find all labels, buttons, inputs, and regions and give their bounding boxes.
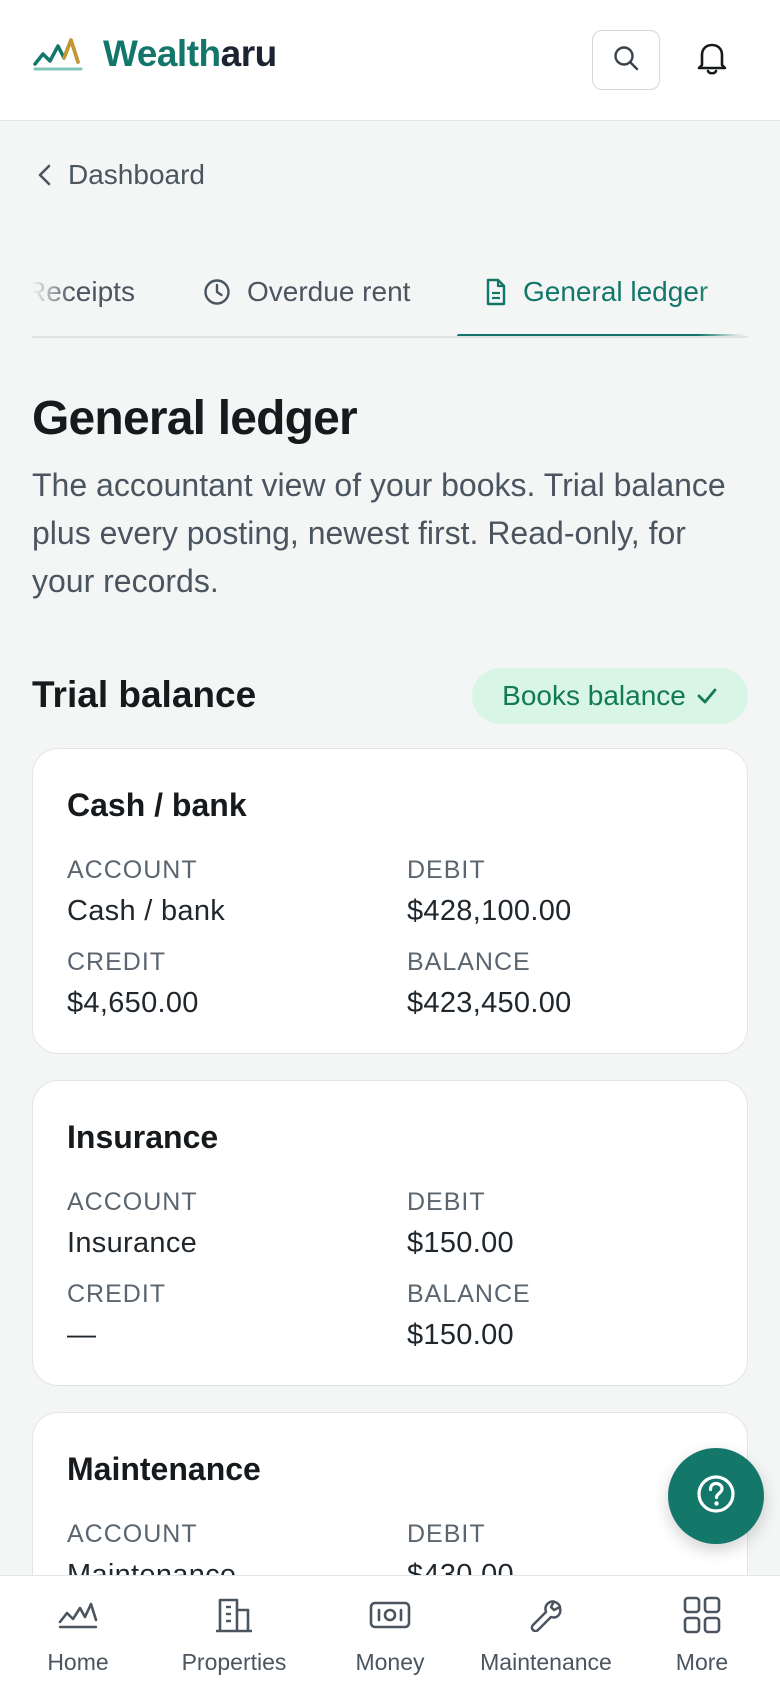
account-label: ACCOUNT	[67, 856, 198, 884]
nav-label-home: Home	[47, 1649, 109, 1675]
grid-icon	[683, 1594, 721, 1636]
tab-general-ledger[interactable]: General ledger	[485, 262, 708, 322]
tab-overdue-rent[interactable]: Overdue rent	[203, 262, 410, 322]
debit-field: DEBIT $150.00	[407, 1187, 514, 1261]
logo-mark-icon	[33, 34, 85, 74]
balance-field: BALANCE $150.00	[407, 1279, 531, 1353]
page-title: General ledger	[32, 392, 358, 445]
app-header: Wealtharu	[0, 0, 780, 121]
search-icon	[612, 44, 640, 77]
credit-label: CREDIT	[67, 1280, 167, 1308]
account-card-title: Insurance	[67, 1119, 219, 1155]
debit-label: DEBIT	[407, 1188, 486, 1216]
ledger-tabs: Receipts Overdue rent General ledger	[32, 262, 748, 338]
trial-balance-title: Trial balance	[32, 674, 257, 715]
search-button[interactable]	[592, 30, 660, 90]
building-icon	[216, 1594, 252, 1636]
back-link-label: Dashboard	[68, 159, 205, 190]
brand-name: Wealtharu	[103, 30, 277, 78]
help-circle-icon	[695, 1473, 737, 1520]
home-chart-icon	[58, 1594, 98, 1636]
clock-icon	[203, 278, 231, 306]
account-field: ACCOUNT Cash / bank	[67, 855, 225, 929]
balance-label: BALANCE	[407, 948, 531, 976]
credit-field: CREDIT —	[67, 1279, 166, 1353]
credit-field: CREDIT $4,650.00	[67, 947, 199, 1021]
nav-label-money: Money	[355, 1649, 425, 1675]
bell-icon	[695, 40, 729, 81]
credit-value: $4,650.00	[67, 987, 199, 1019]
tabs-fade-right	[698, 262, 748, 336]
debit-value: $150.00	[407, 1227, 514, 1259]
nav-item-properties[interactable]: Properties	[156, 1594, 312, 1676]
nav-item-home[interactable]: Home	[0, 1594, 156, 1676]
banknote-icon	[369, 1594, 411, 1636]
debit-field: DEBIT $428,100.00	[407, 855, 572, 929]
back-to-dashboard-link[interactable]: Dashboard	[36, 155, 205, 195]
nav-label-maintenance: Maintenance	[480, 1649, 612, 1675]
account-value: Cash / bank	[67, 895, 226, 927]
bottom-navigation: Home Properties Money Maintenance More	[0, 1575, 780, 1688]
account-card-insurance[interactable]: Insurance ACCOUNT Insurance DEBIT $150.0…	[32, 1080, 748, 1386]
account-card-cash-bank[interactable]: Cash / bank ACCOUNT Cash / bank DEBIT $4…	[32, 748, 748, 1054]
nav-label-more: More	[675, 1649, 729, 1675]
brand-name-part1: Wealth	[103, 33, 221, 74]
tabs-fade-left	[32, 262, 72, 336]
wrench-icon	[529, 1594, 563, 1636]
notifications-button[interactable]	[686, 30, 738, 90]
brand-name-part2: aru	[220, 33, 278, 74]
balance-label: BALANCE	[407, 1280, 531, 1308]
tab-overdue-rent-label: Overdue rent	[247, 276, 411, 307]
account-label: ACCOUNT	[67, 1520, 198, 1548]
debit-value: $428,100.00	[407, 895, 572, 927]
document-icon	[485, 278, 507, 306]
tab-general-ledger-label: General ledger	[523, 276, 709, 307]
balance-value: $150.00	[407, 1319, 514, 1351]
debit-label: DEBIT	[407, 856, 486, 884]
credit-label: CREDIT	[67, 948, 167, 976]
check-icon	[696, 687, 718, 705]
account-card-title: Cash / bank	[67, 787, 247, 823]
nav-item-money[interactable]: Money	[312, 1594, 468, 1676]
brand-logo[interactable]: Wealtharu	[33, 30, 277, 78]
books-balance-label: Books balance	[502, 680, 686, 711]
nav-item-more[interactable]: More	[624, 1594, 780, 1676]
account-value: Insurance	[67, 1227, 198, 1259]
books-balance-badge: Books balance	[472, 668, 748, 724]
account-card-title: Maintenance	[67, 1451, 261, 1487]
account-label: ACCOUNT	[67, 1188, 198, 1216]
credit-value: —	[67, 1319, 97, 1351]
balance-value: $423,450.00	[407, 987, 572, 1019]
balance-field: BALANCE $423,450.00	[407, 947, 572, 1021]
nav-label-properties: Properties	[181, 1649, 287, 1675]
account-field: ACCOUNT Insurance	[67, 1187, 198, 1261]
debit-label: DEBIT	[407, 1520, 486, 1548]
page-description: The accountant view of your books. Trial…	[32, 467, 726, 599]
chevron-left-icon	[36, 162, 54, 188]
help-button[interactable]	[668, 1448, 764, 1544]
nav-item-maintenance[interactable]: Maintenance	[468, 1594, 624, 1676]
